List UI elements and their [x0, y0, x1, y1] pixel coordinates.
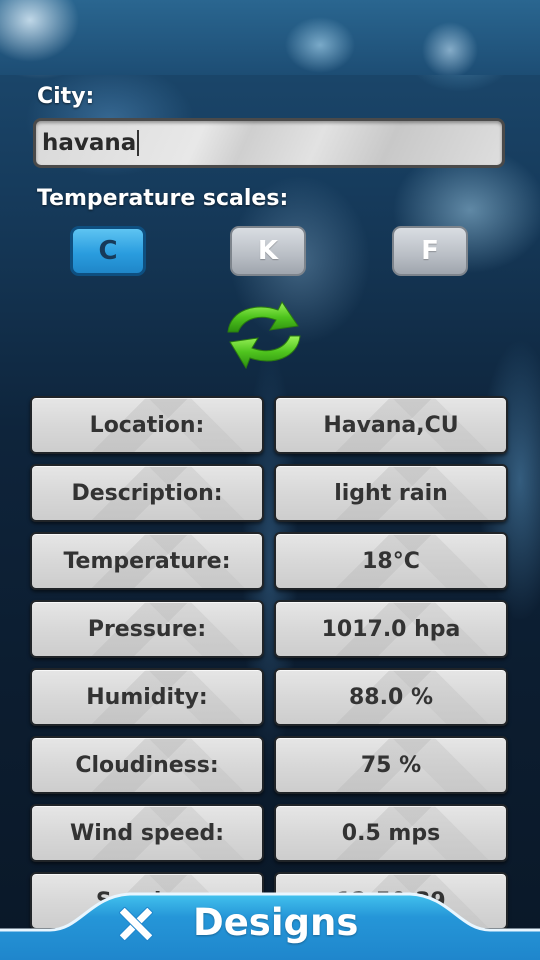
header-background	[0, 0, 540, 75]
table-row: Humidity: 88.0 %	[30, 668, 510, 726]
temperature-scales-label: Temperature scales:	[37, 186, 289, 211]
city-input[interactable]: havana	[33, 118, 505, 168]
row-key: Location:	[30, 396, 264, 454]
table-row: Location: Havana,CU	[30, 396, 510, 454]
row-value: 1017.0 hpa	[274, 600, 508, 658]
row-value: Havana,CU	[274, 396, 508, 454]
city-input-value[interactable]: havana	[42, 130, 136, 156]
footer-designs-label[interactable]: Designs	[193, 901, 358, 944]
row-value: light rain	[274, 464, 508, 522]
city-label: City:	[37, 84, 95, 109]
scale-button-fahrenheit[interactable]: F	[392, 226, 468, 276]
table-row: Cloudiness: 75 %	[30, 736, 510, 794]
row-key: Humidity:	[30, 668, 264, 726]
refresh-button[interactable]	[216, 296, 312, 372]
row-key: Wind speed:	[30, 804, 264, 862]
table-row: Wind speed: 0.5 mps	[30, 804, 510, 862]
row-value: 18°C	[274, 532, 508, 590]
row-key: Temperature:	[30, 532, 264, 590]
row-value: 75 %	[274, 736, 508, 794]
row-value: 0.5 mps	[274, 804, 508, 862]
table-row: Temperature: 18°C	[30, 532, 510, 590]
row-key: Description:	[30, 464, 264, 522]
row-key: Cloudiness:	[30, 736, 264, 794]
text-caret	[137, 130, 140, 156]
scale-button-kelvin[interactable]: K	[230, 226, 306, 276]
scale-button-celsius[interactable]: C	[70, 226, 146, 276]
designs-icon	[118, 906, 154, 942]
row-value: 88.0 %	[274, 668, 508, 726]
refresh-icon	[227, 301, 301, 370]
table-row: Pressure: 1017.0 hpa	[30, 600, 510, 658]
table-row: Description: light rain	[30, 464, 510, 522]
row-key: Pressure:	[30, 600, 264, 658]
